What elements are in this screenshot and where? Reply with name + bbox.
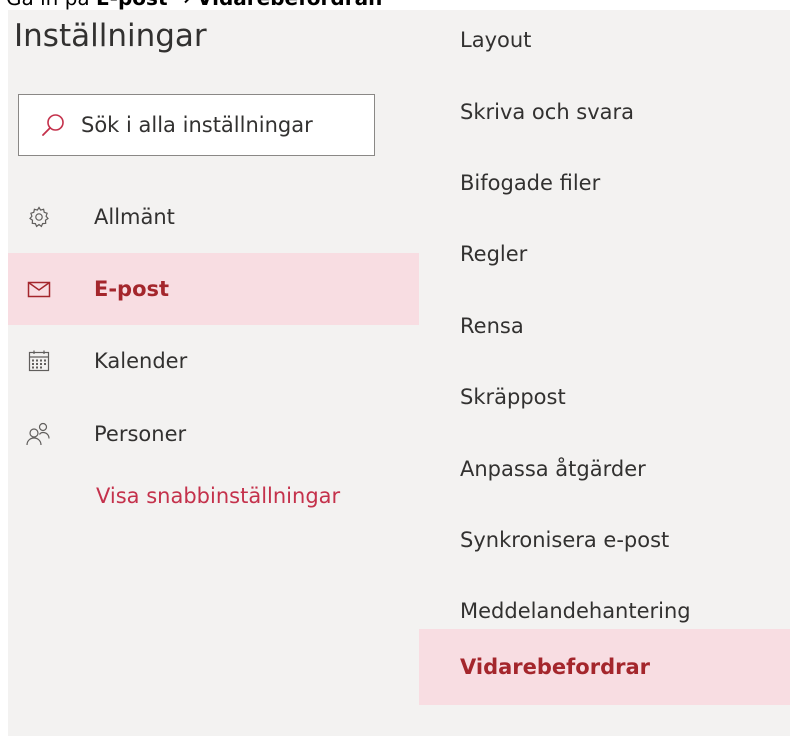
submenu-item-compose-reply[interactable]: Skriva och svara — [419, 82, 790, 153]
submenu-item-label: Rensa — [460, 314, 524, 338]
nav-item-general[interactable]: Allmänt — [8, 181, 419, 253]
settings-title: Inställningar — [14, 18, 207, 54]
submenu-item-label: Bifogade filer — [460, 171, 601, 195]
submenu-item-label: Skriva och svara — [460, 100, 635, 124]
calendar-icon — [26, 348, 52, 374]
submenu-item-sync-email[interactable]: Synkronisera e-post — [419, 510, 790, 581]
settings-panel: Inställningar Sök i alla inställningar A… — [8, 10, 790, 736]
quick-settings-link[interactable]: Visa snabbinställningar — [96, 485, 396, 508]
settings-search-input[interactable]: Sök i alla inställningar — [18, 94, 375, 156]
nav-item-label: Personer — [94, 422, 187, 446]
mail-icon — [26, 276, 52, 302]
submenu-item-label: Regler — [460, 242, 528, 266]
people-icon — [26, 421, 52, 447]
instruction-caption: Gå in på E-post → Vidarebefordran — [6, 0, 382, 10]
submenu-item-label: Synkronisera e-post — [460, 528, 670, 552]
submenu-item-attachments[interactable]: Bifogade filer — [419, 153, 790, 224]
submenu-item-customize-actions[interactable]: Anpassa åtgärder — [419, 439, 790, 510]
submenu-item-junk-email[interactable]: Skräppost — [419, 367, 790, 438]
submenu-item-label: Vidarebefordrar — [460, 655, 650, 679]
caption-email: E-post — [96, 0, 167, 10]
submenu-item-layout[interactable]: Layout — [419, 10, 790, 81]
nav-item-email[interactable]: E-post — [8, 253, 419, 325]
submenu-item-label: Layout — [460, 28, 532, 52]
nav-item-people[interactable]: Personer — [8, 398, 419, 470]
nav-item-label: Allmänt — [94, 205, 175, 229]
email-settings-submenu: Layout Skriva och svara Bifogade filer R… — [419, 10, 790, 736]
submenu-item-label: Meddelandehantering — [460, 599, 691, 623]
submenu-item-label: Anpassa åtgärder — [460, 457, 646, 481]
submenu-item-sweep[interactable]: Rensa — [419, 296, 790, 367]
caption-arrow: → — [174, 0, 191, 10]
gear-icon — [26, 204, 52, 230]
caption-prefix: Gå in på — [6, 0, 90, 10]
settings-nav: Inställningar Sök i alla inställningar A… — [8, 10, 419, 736]
submenu-item-rules[interactable]: Regler — [419, 224, 790, 295]
nav-item-label: Kalender — [94, 349, 188, 373]
caption-target: Vidarebefordran — [197, 0, 382, 10]
search-icon — [41, 112, 67, 138]
submenu-item-forwarding[interactable]: Vidarebefordrar — [419, 629, 790, 705]
submenu-item-label: Skräppost — [460, 385, 566, 409]
nav-item-calendar[interactable]: Kalender — [8, 325, 419, 397]
nav-item-label: E-post — [94, 277, 170, 301]
search-placeholder: Sök i alla inställningar — [81, 113, 313, 137]
